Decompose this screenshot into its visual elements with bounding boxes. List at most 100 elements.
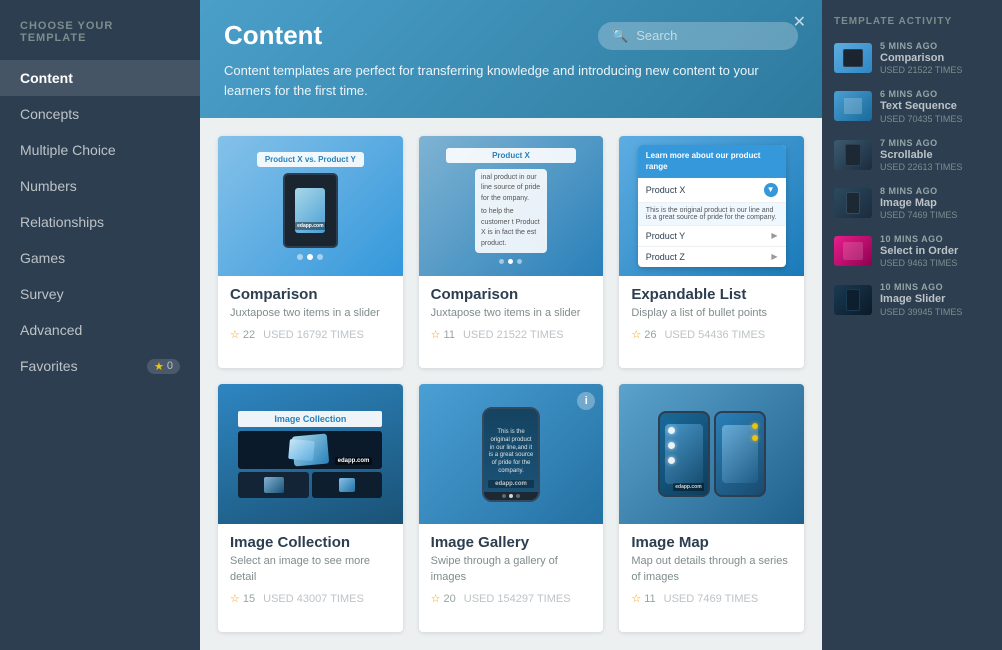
activity-info-2: 7 MINS AGO Scrollable USED 22613 TIMES: [880, 138, 990, 172]
sidebar-item-numbers[interactable]: Numbers: [0, 168, 200, 204]
used-count: USED 54436 TIMES: [664, 329, 765, 341]
card-name: Comparison: [431, 286, 592, 303]
used-count: USED 7469 TIMES: [664, 593, 759, 605]
template-card-comparison-2[interactable]: Product X inal product in our line sourc…: [419, 136, 604, 368]
card-info-image-map: Image Map Map out details through a seri…: [619, 524, 804, 615]
search-bar: 🔍: [598, 22, 798, 50]
star-icon: ☆: [431, 592, 441, 605]
card-name: Expandable List: [631, 286, 792, 303]
activity-thumb-5: [834, 285, 872, 315]
activity-item-5[interactable]: 10 MINS AGO Image Slider USED 39945 TIME…: [834, 282, 990, 316]
activity-name: Select in Order: [880, 244, 990, 258]
content-subtitle: Content templates are perfect for transf…: [224, 61, 784, 100]
comp-mockup-1: Product X vs. Product Y edapp.com: [218, 136, 403, 276]
sidebar-item-concepts[interactable]: Concepts: [0, 96, 200, 132]
template-card-image-collection[interactable]: Image Collection edapp.com: [218, 384, 403, 632]
activity-used: USED 7469 TIMES: [880, 210, 990, 220]
modal-overlay: CHOOSE YOUR TEMPLATE Content Concepts Mu…: [0, 0, 1002, 650]
star-icon: ☆: [431, 328, 441, 341]
search-input[interactable]: [636, 28, 776, 43]
activity-thumb-1: [834, 91, 872, 121]
template-card-comparison-1[interactable]: Product X vs. Product Y edapp.com: [218, 136, 403, 368]
activity-name: Image Slider: [880, 292, 990, 306]
activity-used: USED 70435 TIMES: [880, 114, 990, 124]
card-stats: ☆ 11 USED 7469 TIMES: [631, 592, 792, 605]
used-count: USED 43007 TIMES: [263, 593, 364, 605]
sidebar-item-content[interactable]: Content: [0, 60, 200, 96]
template-card-image-gallery[interactable]: i This is the original product in our li…: [419, 384, 604, 632]
star-count: ☆ 26: [631, 328, 656, 341]
card-desc: Select an image to see more detail: [230, 554, 391, 585]
activity-time: 10 MINS AGO: [880, 234, 990, 244]
activity-info-1: 6 MINS AGO Text Sequence USED 70435 TIME…: [880, 89, 990, 123]
comp-label-1: Product X vs. Product Y: [257, 152, 364, 167]
sidebar-item-favorites[interactable]: Favorites ★ 0: [0, 348, 200, 384]
star-count: ☆ 11: [431, 328, 455, 341]
card-preview-expandable: Learn more about our product range Produ…: [619, 136, 804, 276]
star-count: ☆ 11: [631, 592, 655, 605]
activity-item-4[interactable]: 10 MINS AGO Select in Order USED 9463 TI…: [834, 234, 990, 268]
card-name: Image Map: [631, 534, 792, 551]
card-name: Image Gallery: [431, 534, 592, 551]
template-card-expandable-list[interactable]: Learn more about our product range Produ…: [619, 136, 804, 368]
card-preview-image-map: edapp.com: [619, 384, 804, 524]
activity-name: Comparison: [880, 51, 990, 65]
activity-used: USED 21522 TIMES: [880, 65, 990, 75]
sidebar-item-survey[interactable]: Survey: [0, 276, 200, 312]
card-name: Image Collection: [230, 534, 391, 551]
main-content: ✕ Content 🔍 Content templates are perfec…: [200, 0, 822, 650]
sidebar-item-relationships[interactable]: Relationships: [0, 204, 200, 240]
sidebar-item-advanced[interactable]: Advanced: [0, 312, 200, 348]
activity-name: Text Sequence: [880, 99, 990, 113]
sidebar: CHOOSE YOUR TEMPLATE Content Concepts Mu…: [0, 0, 200, 650]
activity-time: 7 MINS AGO: [880, 138, 990, 148]
used-count: USED 16792 TIMES: [263, 329, 364, 341]
card-preview-image-collection: Image Collection edapp.com: [218, 384, 403, 524]
star-icon: ☆: [631, 328, 641, 341]
search-icon: 🔍: [612, 28, 628, 44]
activity-time: 6 MINS AGO: [880, 89, 990, 99]
card-info-image-collection: Image Collection Select an image to see …: [218, 524, 403, 615]
header-row: Content 🔍: [224, 20, 798, 51]
activity-time: 10 MINS AGO: [880, 282, 990, 292]
activity-item-1[interactable]: 6 MINS AGO Text Sequence USED 70435 TIME…: [834, 89, 990, 123]
page-title: Content: [224, 20, 322, 51]
card-desc: Map out details through a series of imag…: [631, 554, 792, 585]
activity-used: USED 22613 TIMES: [880, 162, 990, 172]
card-info-comparison-1: Comparison Juxtapose two items in a slid…: [218, 276, 403, 351]
activity-info-5: 10 MINS AGO Image Slider USED 39945 TIME…: [880, 282, 990, 316]
favorites-badge: ★ 0: [147, 359, 180, 374]
card-preview-comparison-2: Product X inal product in our line sourc…: [419, 136, 604, 276]
card-preview-comparison-1: Product X vs. Product Y edapp.com: [218, 136, 403, 276]
star-icon: ☆: [230, 328, 240, 341]
activity-used: USED 9463 TIMES: [880, 258, 990, 268]
close-button[interactable]: ✕: [785, 8, 814, 36]
sidebar-item-games[interactable]: Games: [0, 240, 200, 276]
card-stats: ☆ 22 USED 16792 TIMES: [230, 328, 391, 341]
card-stats: ☆ 20 USED 154297 TIMES: [431, 592, 592, 605]
card-desc: Juxtapose two items in a slider: [230, 306, 391, 321]
activity-name: Scrollable: [880, 148, 990, 162]
activity-item-2[interactable]: 7 MINS AGO Scrollable USED 22613 TIMES: [834, 138, 990, 172]
activity-item-0[interactable]: 5 MINS AGO Comparison USED 21522 TIMES: [834, 41, 990, 75]
card-stats: ☆ 11 USED 21522 TIMES: [431, 328, 592, 341]
template-card-image-map[interactable]: edapp.com: [619, 384, 804, 632]
activity-used: USED 39945 TIMES: [880, 307, 990, 317]
activity-info-4: 10 MINS AGO Select in Order USED 9463 TI…: [880, 234, 990, 268]
sidebar-title: CHOOSE YOUR TEMPLATE: [0, 20, 200, 60]
activity-info-3: 8 MINS AGO Image Map USED 7469 TIMES: [880, 186, 990, 220]
activity-time: 8 MINS AGO: [880, 186, 990, 196]
right-panel: TEMPLATE ACTIVITY 5 MINS AGO Comparison …: [822, 0, 1002, 650]
activity-name: Image Map: [880, 196, 990, 210]
used-count: USED 154297 TIMES: [464, 593, 571, 605]
card-info-image-gallery: Image Gallery Swipe through a gallery of…: [419, 524, 604, 615]
sidebar-item-multiple-choice[interactable]: Multiple Choice: [0, 132, 200, 168]
activity-time: 5 MINS AGO: [880, 41, 990, 51]
card-info-expandable: Expandable List Display a list of bullet…: [619, 276, 804, 351]
activity-item-3[interactable]: 8 MINS AGO Image Map USED 7469 TIMES: [834, 186, 990, 220]
activity-thumb-2: [834, 140, 872, 170]
expand-header: Learn more about our product range: [638, 145, 786, 178]
star-icon: ☆: [631, 592, 641, 605]
card-preview-image-gallery: i This is the original product in our li…: [419, 384, 604, 524]
template-grid: Product X vs. Product Y edapp.com: [200, 118, 822, 650]
